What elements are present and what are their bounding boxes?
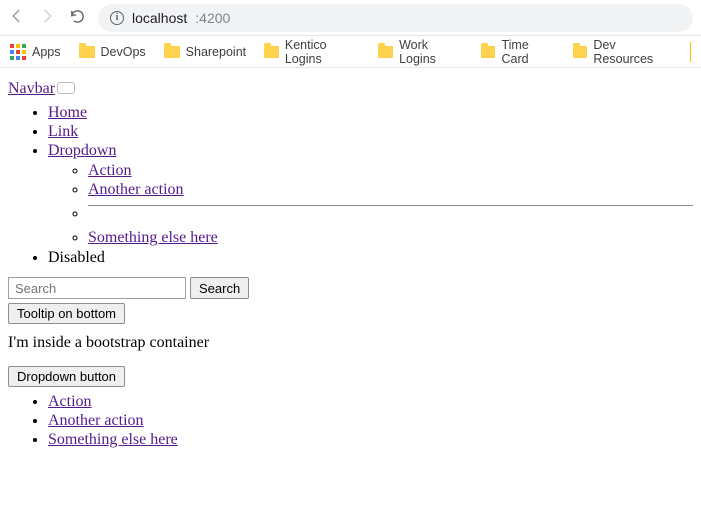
nav-item-disabled: Disabled — [48, 249, 693, 267]
url-host: localhost — [132, 10, 187, 26]
folder-icon — [264, 46, 279, 58]
folder-icon — [481, 46, 496, 58]
bookmarks-bar: Apps DevOps Sharepoint Kentico Logins Work … — [0, 36, 701, 68]
apps-shortcut[interactable]: Apps — [10, 44, 61, 60]
bookmark-label: Kentico Logins — [285, 38, 360, 66]
bookmark-label: Work Logins — [399, 38, 463, 66]
bookmark-item[interactable]: Work Logins — [378, 38, 462, 66]
bookmark-label: DevOps — [101, 45, 146, 59]
page-viewport: Navbar Home Link Dropdown Action Another… — [0, 68, 701, 458]
bookmark-item[interactable]: Sharepoint — [164, 45, 246, 59]
forward-icon[interactable] — [38, 7, 56, 28]
nav-dropdown-link-action[interactable]: Action — [88, 162, 132, 179]
tooltip-bottom-button[interactable]: Tooltip on bottom — [8, 303, 125, 324]
reload-icon[interactable] — [68, 8, 86, 28]
search-button[interactable]: Search — [190, 277, 249, 299]
bookmark-label: Dev Resources — [593, 38, 672, 66]
nav-item-home: Home — [48, 104, 693, 122]
nav-item-link: Link — [48, 123, 693, 141]
dropdown-button-item: Another action — [48, 412, 693, 430]
nav-link-home[interactable]: Home — [48, 104, 87, 121]
navbar-nav-list: Home Link Dropdown Action Another action… — [8, 104, 693, 267]
apps-icon — [10, 44, 26, 60]
nav-dropdown-menu: Action Another action Something else her… — [48, 162, 693, 247]
site-info-icon[interactable]: i — [110, 11, 124, 25]
dropdown-button-item: Action — [48, 393, 693, 411]
folder-icon — [164, 46, 180, 58]
nav-dropdown-item: Action — [88, 162, 693, 180]
search-form: Search — [8, 277, 693, 299]
dropdown-button-item: Something else here — [48, 431, 693, 449]
bookmark-item[interactable]: Kentico Logins — [264, 38, 360, 66]
search-input[interactable] — [8, 277, 186, 299]
navbar-brand-row: Navbar — [8, 80, 693, 98]
dropdown-button-link-action[interactable]: Action — [48, 393, 92, 410]
nav-dropdown-item: Another action — [88, 181, 693, 199]
bookmark-item[interactable]: Time Card — [481, 38, 555, 66]
back-icon[interactable] — [8, 7, 26, 28]
folder-icon — [573, 46, 588, 58]
nav-dropdown-item: Something else here — [88, 229, 693, 247]
nav-link-disabled: Disabled — [48, 249, 105, 266]
container-text: I'm inside a bootstrap container — [8, 334, 693, 352]
dropdown-button-link-something[interactable]: Something else here — [48, 431, 178, 448]
folder-icon — [378, 46, 393, 58]
dropdown-button-menu: Action Another action Something else her… — [8, 393, 693, 449]
nav-link-dropdown[interactable]: Dropdown — [48, 142, 116, 159]
navbar-toggler-icon[interactable] — [57, 82, 75, 94]
dropdown-button[interactable]: Dropdown button — [8, 366, 125, 387]
bookmarks-overflow-divider — [690, 42, 691, 62]
address-bar[interactable]: i localhost :4200 — [98, 4, 693, 32]
nav-item-dropdown: Dropdown Action Another action Something… — [48, 142, 693, 247]
bookmark-label: Time Card — [501, 38, 554, 66]
bookmark-label: Sharepoint — [186, 45, 246, 59]
apps-label: Apps — [32, 45, 61, 59]
browser-toolbar: i localhost :4200 — [0, 0, 701, 36]
nav-dropdown-link-something[interactable]: Something else here — [88, 229, 218, 246]
bookmark-item[interactable]: Dev Resources — [573, 38, 672, 66]
bookmark-item[interactable]: DevOps — [79, 45, 146, 59]
navbar-brand-link[interactable]: Navbar — [8, 80, 55, 97]
folder-icon — [79, 46, 95, 58]
nav-dropdown-link-another[interactable]: Another action — [88, 181, 184, 198]
nav-dropdown-divider — [88, 205, 693, 223]
nav-link-link[interactable]: Link — [48, 123, 78, 140]
dropdown-button-link-another[interactable]: Another action — [48, 412, 144, 429]
url-port: :4200 — [195, 10, 230, 26]
